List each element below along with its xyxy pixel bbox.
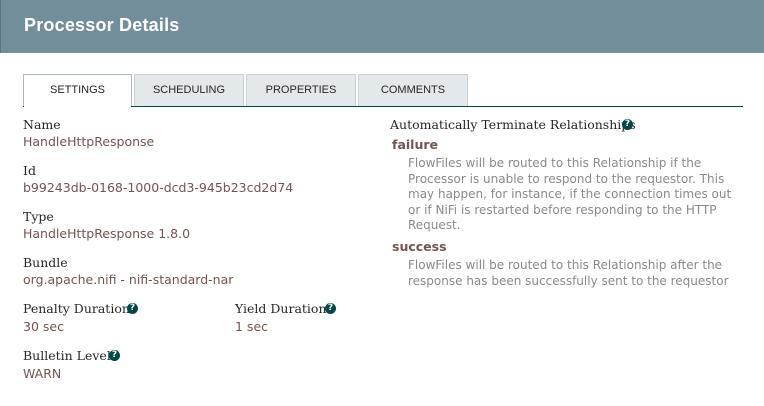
tab-properties[interactable]: PROPERTIES — [246, 74, 356, 106]
tab-underline — [23, 106, 743, 107]
relationship-failure-description: FlowFiles will be routed to this Relatio… — [408, 156, 732, 232]
relationships-help-icon[interactable]: ? — [622, 119, 633, 130]
tab-settings[interactable]: SETTINGS — [23, 74, 132, 107]
penalty-help-icon[interactable]: ? — [127, 303, 138, 314]
bundle-value: org.apache.nifi - nifi-standard-nar — [23, 272, 234, 287]
bulletin-level-label: Bulletin Level — [23, 348, 111, 363]
yield-duration-label: Yield Duration — [235, 301, 327, 316]
id-value: b99243db-0168-1000-dcd3-945b23cd2d74 — [23, 180, 294, 195]
penalty-duration-value: 30 sec — [23, 319, 64, 334]
dialog-header: Processor Details — [0, 0, 764, 53]
tab-scheduling[interactable]: SCHEDULING — [134, 74, 244, 106]
bulletin-level-value: WARN — [23, 366, 62, 381]
dialog-title: Processor Details — [24, 15, 180, 35]
yield-duration-value: 1 sec — [235, 319, 269, 334]
penalty-duration-label: Penalty Duration — [23, 301, 130, 316]
tab-comments[interactable]: COMMENTS — [358, 74, 468, 106]
name-label: Name — [23, 117, 61, 132]
relationship-success-description: FlowFiles will be routed to this Relatio… — [408, 258, 729, 288]
relationship-success-name[interactable]: success — [392, 239, 447, 254]
yield-help-icon[interactable]: ? — [325, 303, 336, 314]
name-value: HandleHttpResponse — [23, 134, 155, 149]
id-label: Id — [23, 163, 36, 178]
type-value: HandleHttpResponse 1.8.0 — [23, 226, 191, 241]
relationship-failure-name[interactable]: failure — [392, 137, 438, 152]
bulletin-help-icon[interactable]: ? — [109, 350, 120, 361]
bundle-label: Bundle — [23, 255, 68, 270]
relationships-title: Automatically Terminate Relationships — [390, 117, 636, 132]
type-label: Type — [23, 209, 54, 224]
